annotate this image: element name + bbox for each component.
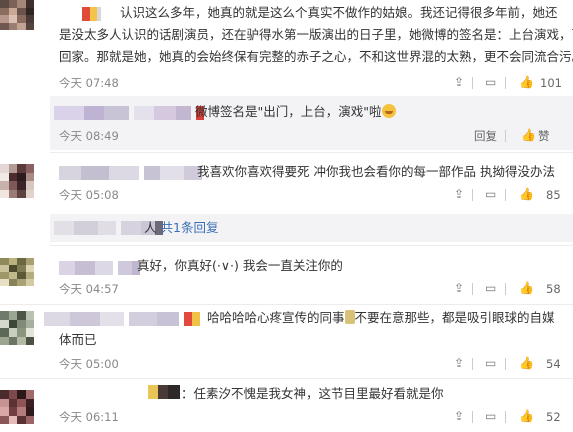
reply-button[interactable]: 回复 bbox=[474, 129, 497, 143]
divider bbox=[472, 283, 473, 295]
comment-icon[interactable]: ▭ bbox=[485, 75, 496, 89]
username-blurred[interactable] bbox=[59, 166, 203, 180]
reply-timestamp: 今天 08:49 bbox=[59, 129, 119, 143]
comment-icon[interactable]: ▭ bbox=[485, 187, 496, 201]
username-blurred[interactable] bbox=[82, 7, 101, 21]
username-blurred[interactable] bbox=[44, 312, 201, 326]
avatar[interactable] bbox=[0, 0, 34, 30]
divider bbox=[472, 411, 473, 423]
laughing-emoji-icon bbox=[381, 104, 396, 118]
share-icon[interactable]: ⇪ bbox=[454, 75, 464, 89]
like-icon[interactable]: 👍 bbox=[519, 409, 534, 423]
reply-username-blurred[interactable] bbox=[54, 106, 205, 120]
comment-icon[interactable]: ▭ bbox=[485, 281, 496, 295]
comment-text: 体而已 bbox=[59, 332, 97, 347]
avatar[interactable] bbox=[0, 311, 34, 345]
comment-text: 是没太多人认识的话剧演员，还在驴得水第一版演出的日子里，她微博的签名是：上台演戏… bbox=[59, 27, 573, 42]
comment-timestamp: 今天 05:00 bbox=[59, 357, 119, 371]
comment-divider bbox=[50, 245, 573, 246]
username-blurred[interactable] bbox=[59, 261, 141, 275]
reply-summary[interactable]: 人 共1条回复 bbox=[144, 217, 218, 239]
avatar[interactable] bbox=[0, 390, 34, 424]
comment-divider bbox=[50, 152, 573, 153]
like-count: 85 bbox=[546, 188, 561, 202]
comment-divider bbox=[0, 304, 573, 305]
divider bbox=[505, 77, 506, 89]
comment-text: ：任素汐不愧是我女神，这节目里最好看就是你 bbox=[181, 386, 444, 401]
divider bbox=[505, 130, 506, 142]
like-count: 54 bbox=[546, 357, 561, 371]
reply-text: 微博签名是"出门，上台，演戏"啦 bbox=[195, 101, 396, 123]
divider bbox=[472, 358, 473, 370]
divider bbox=[505, 358, 506, 370]
divider bbox=[505, 283, 506, 295]
comment-timestamp: 今天 04:57 bbox=[59, 282, 119, 296]
like-icon[interactable]: 👍 bbox=[519, 187, 534, 201]
comment-text: 回家。那就是她，她真的会始终保有完整的赤子之心，不和这世界混的太熟，更不会同流合… bbox=[59, 49, 573, 64]
avatar[interactable] bbox=[0, 164, 34, 198]
comment-icon[interactable]: ▭ bbox=[485, 356, 496, 370]
like-count: 52 bbox=[546, 410, 561, 424]
divider bbox=[472, 77, 473, 89]
reply-count-link[interactable]: 共1条回复 bbox=[161, 220, 219, 235]
like-icon[interactable]: 👍 bbox=[519, 356, 534, 370]
divider bbox=[505, 189, 506, 201]
comment-text: 真好，你真好(·∨·) 我会一直关注你的 bbox=[137, 258, 343, 273]
share-icon[interactable]: ⇪ bbox=[454, 409, 464, 423]
comment-divider bbox=[0, 378, 573, 379]
like-count: 101 bbox=[540, 76, 562, 90]
sticker-emoji-icon bbox=[344, 310, 355, 324]
divider bbox=[505, 411, 506, 423]
share-icon[interactable]: ⇪ bbox=[454, 187, 464, 201]
like-icon[interactable]: 👍 bbox=[519, 281, 534, 295]
like-icon[interactable]: 👍 bbox=[519, 75, 534, 89]
comment-timestamp: 今天 07:48 bbox=[59, 76, 119, 90]
share-icon[interactable]: ⇪ bbox=[454, 356, 464, 370]
comment-icon[interactable]: ▭ bbox=[485, 409, 496, 423]
share-icon[interactable]: ⇪ bbox=[454, 281, 464, 295]
like-icon[interactable]: 👍 bbox=[521, 128, 536, 142]
avatar[interactable] bbox=[0, 258, 34, 286]
divider bbox=[472, 189, 473, 201]
username-blurred[interactable] bbox=[148, 385, 180, 399]
comment-text: 哈哈哈哈心疼宣传的同事 不要在意那些，都是吸引眼球的自媒 bbox=[207, 310, 555, 325]
comment-timestamp: 今天 05:08 bbox=[59, 188, 119, 202]
comment-text: 认识这么多年，她真的就是这么个真实不做作的姑娘。我还记得很多年前，她还 bbox=[120, 5, 558, 20]
comment-timestamp: 今天 06:11 bbox=[59, 410, 119, 424]
comment-text: 我喜欢你喜欢得要死 冲你我也会看你的每一部作品 执拗得没办法 bbox=[197, 164, 555, 179]
like-count: 58 bbox=[546, 282, 561, 296]
like-button[interactable]: 赞 bbox=[538, 129, 550, 143]
